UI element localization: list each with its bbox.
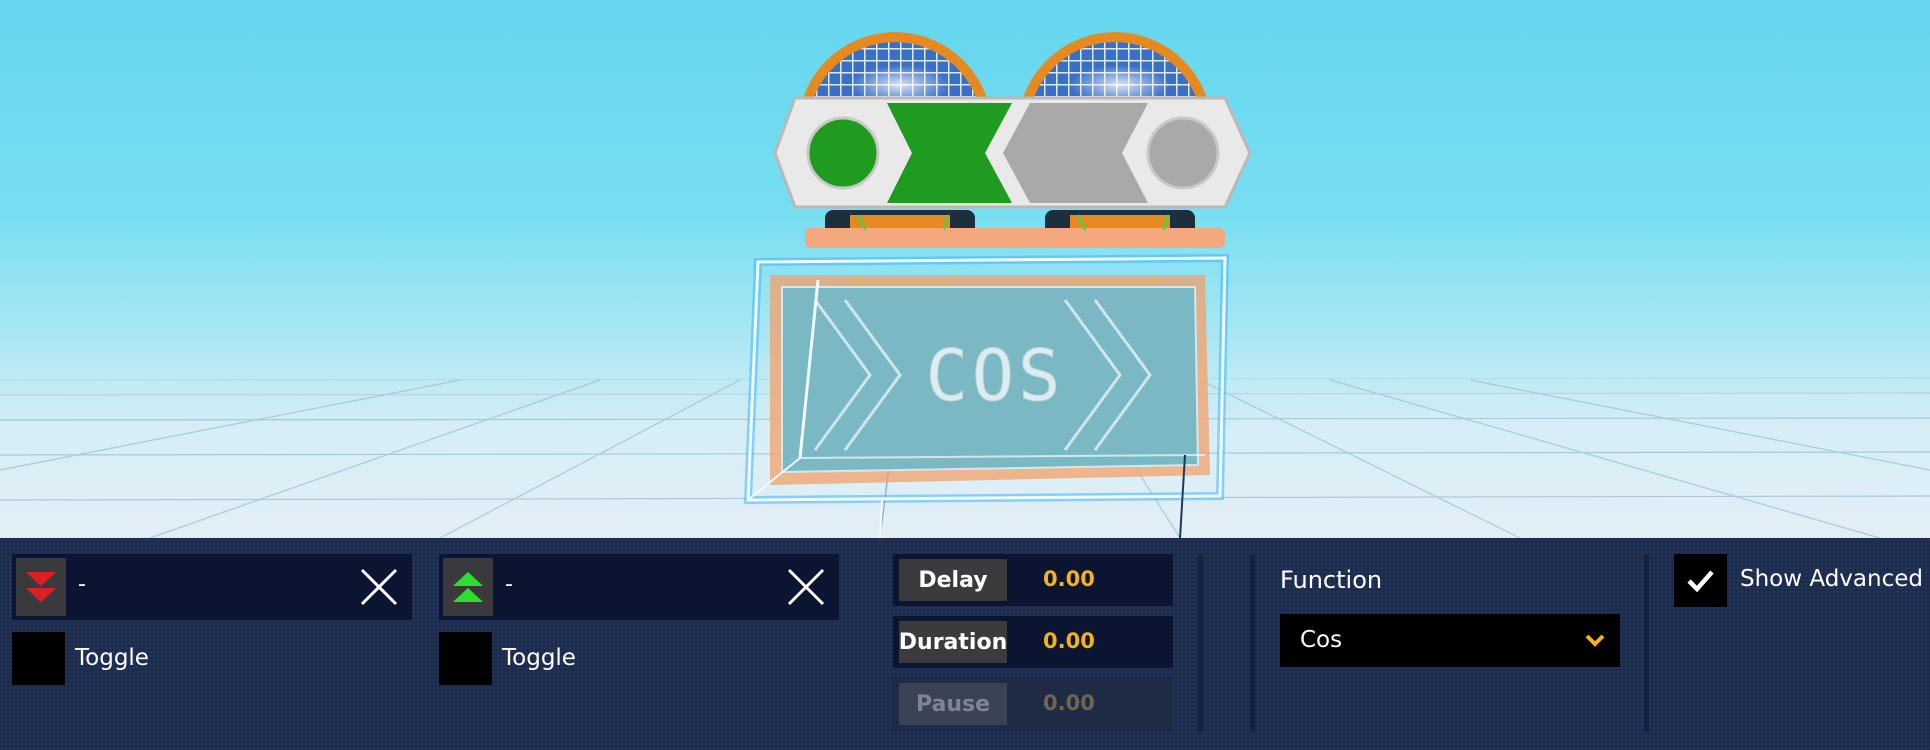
green-double-up-arrow-icon [443,558,493,616]
red-double-down-arrow-icon [16,558,66,616]
divider [1250,554,1255,732]
delay-label: Delay [899,559,1007,601]
toggle-checkbox-1[interactable] [12,632,65,685]
game-viewport[interactable]: COS [0,0,1930,538]
duration-label: Duration [899,621,1007,663]
function-dropdown[interactable]: Cos [1280,614,1620,667]
base-block [805,228,1225,248]
show-advanced-label: Show Advanced [1740,566,1923,592]
close-icon [787,568,825,606]
clear-trigger-2-button[interactable] [785,566,827,608]
trigger-input-1-value: - [78,572,86,597]
show-advanced-checkbox[interactable] [1674,554,1727,607]
duration-value[interactable]: 0.00 [1043,629,1095,653]
pause-value: 0.00 [1043,691,1095,715]
trigger-input-1[interactable]: - [12,554,412,620]
delay-field[interactable]: Delay 0.00 [893,554,1173,606]
display-text: COS [926,335,1064,417]
trigger-input-2[interactable]: - [439,554,839,620]
toggle-label-1: Toggle [75,645,149,671]
toggle-label-2: Toggle [502,645,576,671]
pause-label: Pause [899,683,1007,725]
function-selected-value: Cos [1300,627,1343,653]
trigger-input-2-value: - [505,572,513,597]
toggle-checkbox-2[interactable] [439,632,492,685]
logic-block-panel: - Toggle - Toggle Delay 0.00 Duration 0.… [0,538,1930,750]
hex-plate [773,96,1252,209]
divider [1198,554,1203,732]
close-icon [360,568,398,606]
chevron-down-icon [1585,634,1605,647]
function-display: COS [743,253,1230,538]
duration-field[interactable]: Duration 0.00 [893,616,1173,668]
scene-graphics: COS [0,32,1930,538]
divider [1644,554,1649,732]
delay-value[interactable]: 0.00 [1043,567,1095,591]
pause-field: Pause 0.00 [893,678,1173,730]
checkmark-icon [1687,570,1714,593]
clear-trigger-1-button[interactable] [358,566,400,608]
function-label: Function [1280,566,1383,594]
